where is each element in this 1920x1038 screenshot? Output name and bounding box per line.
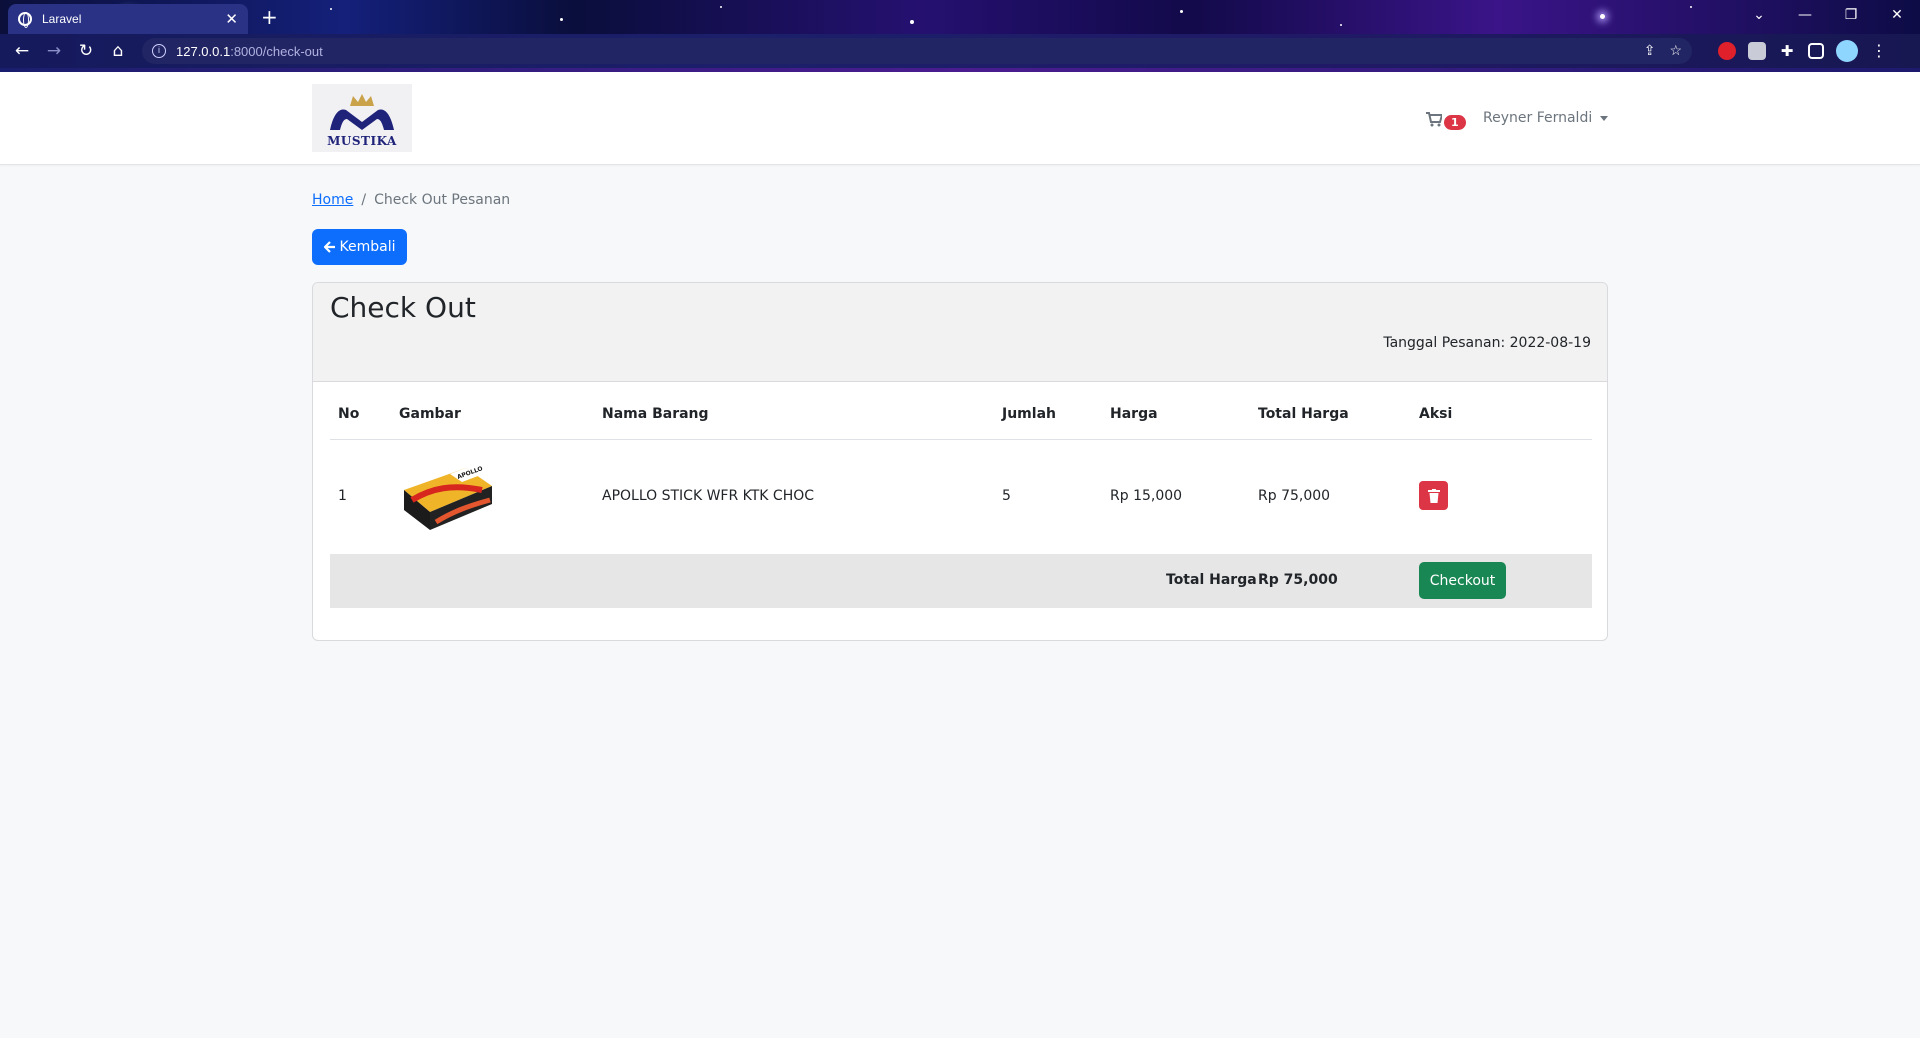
back-button-label: Kembali bbox=[339, 239, 396, 255]
background-star bbox=[1180, 10, 1183, 13]
header-image: Gambar bbox=[399, 406, 461, 422]
cell-no: 1 bbox=[338, 488, 347, 504]
breadcrumb-separator: / bbox=[361, 192, 367, 208]
header-total: Total Harga bbox=[1258, 406, 1349, 422]
checkout-card: Check Out Tanggal Pesanan: 2022-08-19 No… bbox=[312, 282, 1608, 641]
browser-toolbar: ← → ↻ ⌂ i 127.0.0.1:8000/check-out ⇪ ☆ bbox=[0, 34, 1920, 68]
new-tab-icon[interactable]: + bbox=[261, 5, 278, 29]
site-info-icon[interactable]: i bbox=[152, 44, 166, 58]
home-icon[interactable]: ⌂ bbox=[102, 41, 134, 61]
header-price: Harga bbox=[1110, 406, 1158, 422]
menu-kebab-icon[interactable]: ⋮ bbox=[1870, 42, 1888, 60]
total-label: Total Harga bbox=[1166, 572, 1257, 588]
background-star bbox=[720, 6, 722, 8]
background-star bbox=[910, 20, 914, 24]
url-host: 127.0.0.1 bbox=[176, 43, 231, 59]
user-name: Reyner Fernaldi bbox=[1483, 110, 1593, 126]
cell-price: Rp 15,000 bbox=[1110, 488, 1183, 504]
share-icon[interactable]: ⇪ bbox=[1644, 42, 1656, 59]
back-button[interactable]: Kembali bbox=[312, 229, 407, 265]
close-tab-icon[interactable]: ✕ bbox=[225, 10, 238, 28]
globe-icon bbox=[18, 12, 32, 28]
close-window-icon[interactable]: ✕ bbox=[1874, 0, 1920, 30]
extension-icon[interactable] bbox=[1748, 42, 1766, 60]
cart-link[interactable]: 1 bbox=[1426, 109, 1466, 130]
card-header: Check Out Tanggal Pesanan: 2022-08-19 bbox=[313, 283, 1607, 382]
adblock-extension-icon[interactable] bbox=[1718, 42, 1736, 60]
minimize-icon[interactable]: — bbox=[1782, 0, 1828, 30]
header-divider bbox=[330, 439, 1592, 440]
caret-down-icon bbox=[1600, 115, 1609, 121]
address-bar[interactable]: i 127.0.0.1:8000/check-out ⇪ ☆ bbox=[142, 38, 1692, 64]
cell-name: APOLLO STICK WFR KTK CHOC bbox=[602, 488, 815, 504]
product-image: APOLLO bbox=[404, 465, 492, 530]
header-no: No bbox=[338, 406, 360, 422]
background-star bbox=[1690, 6, 1692, 8]
browser-tab[interactable]: Laravel ✕ bbox=[8, 4, 248, 34]
background-star bbox=[330, 8, 332, 10]
profile-avatar[interactable] bbox=[1836, 40, 1858, 62]
site-navbar: MUSTIKA 1 Reyner Fernaldi bbox=[0, 72, 1920, 165]
window-controls: ⌄ — ❐ ✕ bbox=[1736, 0, 1920, 30]
shopping-cart-icon bbox=[1426, 112, 1442, 127]
brand-logo[interactable]: MUSTIKA bbox=[312, 84, 412, 152]
checkout-button[interactable]: Checkout bbox=[1419, 562, 1506, 599]
breadcrumb-current: Check Out Pesanan bbox=[374, 192, 511, 208]
url-path: :8000/check-out bbox=[230, 43, 323, 59]
logo-text: MUSTIKA bbox=[327, 134, 397, 148]
total-value: Rp 75,000 bbox=[1258, 572, 1338, 588]
trash-icon bbox=[1427, 488, 1440, 503]
bookmark-star-icon[interactable]: ☆ bbox=[1669, 42, 1682, 59]
header-name: Nama Barang bbox=[602, 406, 709, 422]
user-dropdown[interactable]: Reyner Fernaldi bbox=[1483, 110, 1609, 126]
tab-title: Laravel bbox=[42, 12, 82, 26]
cell-qty: 5 bbox=[1002, 488, 1011, 504]
arrow-left-icon bbox=[323, 241, 335, 253]
breadcrumb: Home / Check Out Pesanan bbox=[312, 192, 510, 208]
background-star bbox=[1600, 14, 1605, 19]
background-star bbox=[560, 18, 563, 21]
background-star bbox=[1340, 24, 1342, 26]
crown-logo-icon bbox=[330, 94, 394, 130]
cell-total: Rp 75,000 bbox=[1258, 488, 1331, 504]
extensions-area: ✚ ⋮ bbox=[1718, 40, 1888, 62]
header-action: Aksi bbox=[1419, 406, 1453, 422]
side-panel-icon[interactable] bbox=[1808, 43, 1824, 59]
breadcrumb-home-link[interactable]: Home bbox=[312, 192, 353, 208]
forward-arrow-icon[interactable]: → bbox=[38, 41, 70, 61]
cart-count-badge: 1 bbox=[1444, 115, 1466, 130]
restore-icon[interactable]: ❐ bbox=[1828, 0, 1874, 30]
total-row: Total Harga Rp 75,000 Checkout bbox=[330, 554, 1592, 608]
tab-search-icon[interactable]: ⌄ bbox=[1736, 0, 1782, 30]
back-arrow-icon[interactable]: ← bbox=[6, 41, 38, 61]
header-qty: Jumlah bbox=[1002, 406, 1056, 422]
delete-item-button[interactable] bbox=[1419, 481, 1448, 510]
reload-icon[interactable]: ↻ bbox=[70, 41, 102, 61]
puzzle-icon[interactable]: ✚ bbox=[1778, 42, 1796, 60]
order-date: Tanggal Pesanan: 2022-08-19 bbox=[1383, 335, 1591, 351]
page-title: Check Out bbox=[330, 291, 476, 324]
browser-tab-strip: Laravel ✕ + ⌄ — ❐ ✕ bbox=[0, 0, 1920, 34]
